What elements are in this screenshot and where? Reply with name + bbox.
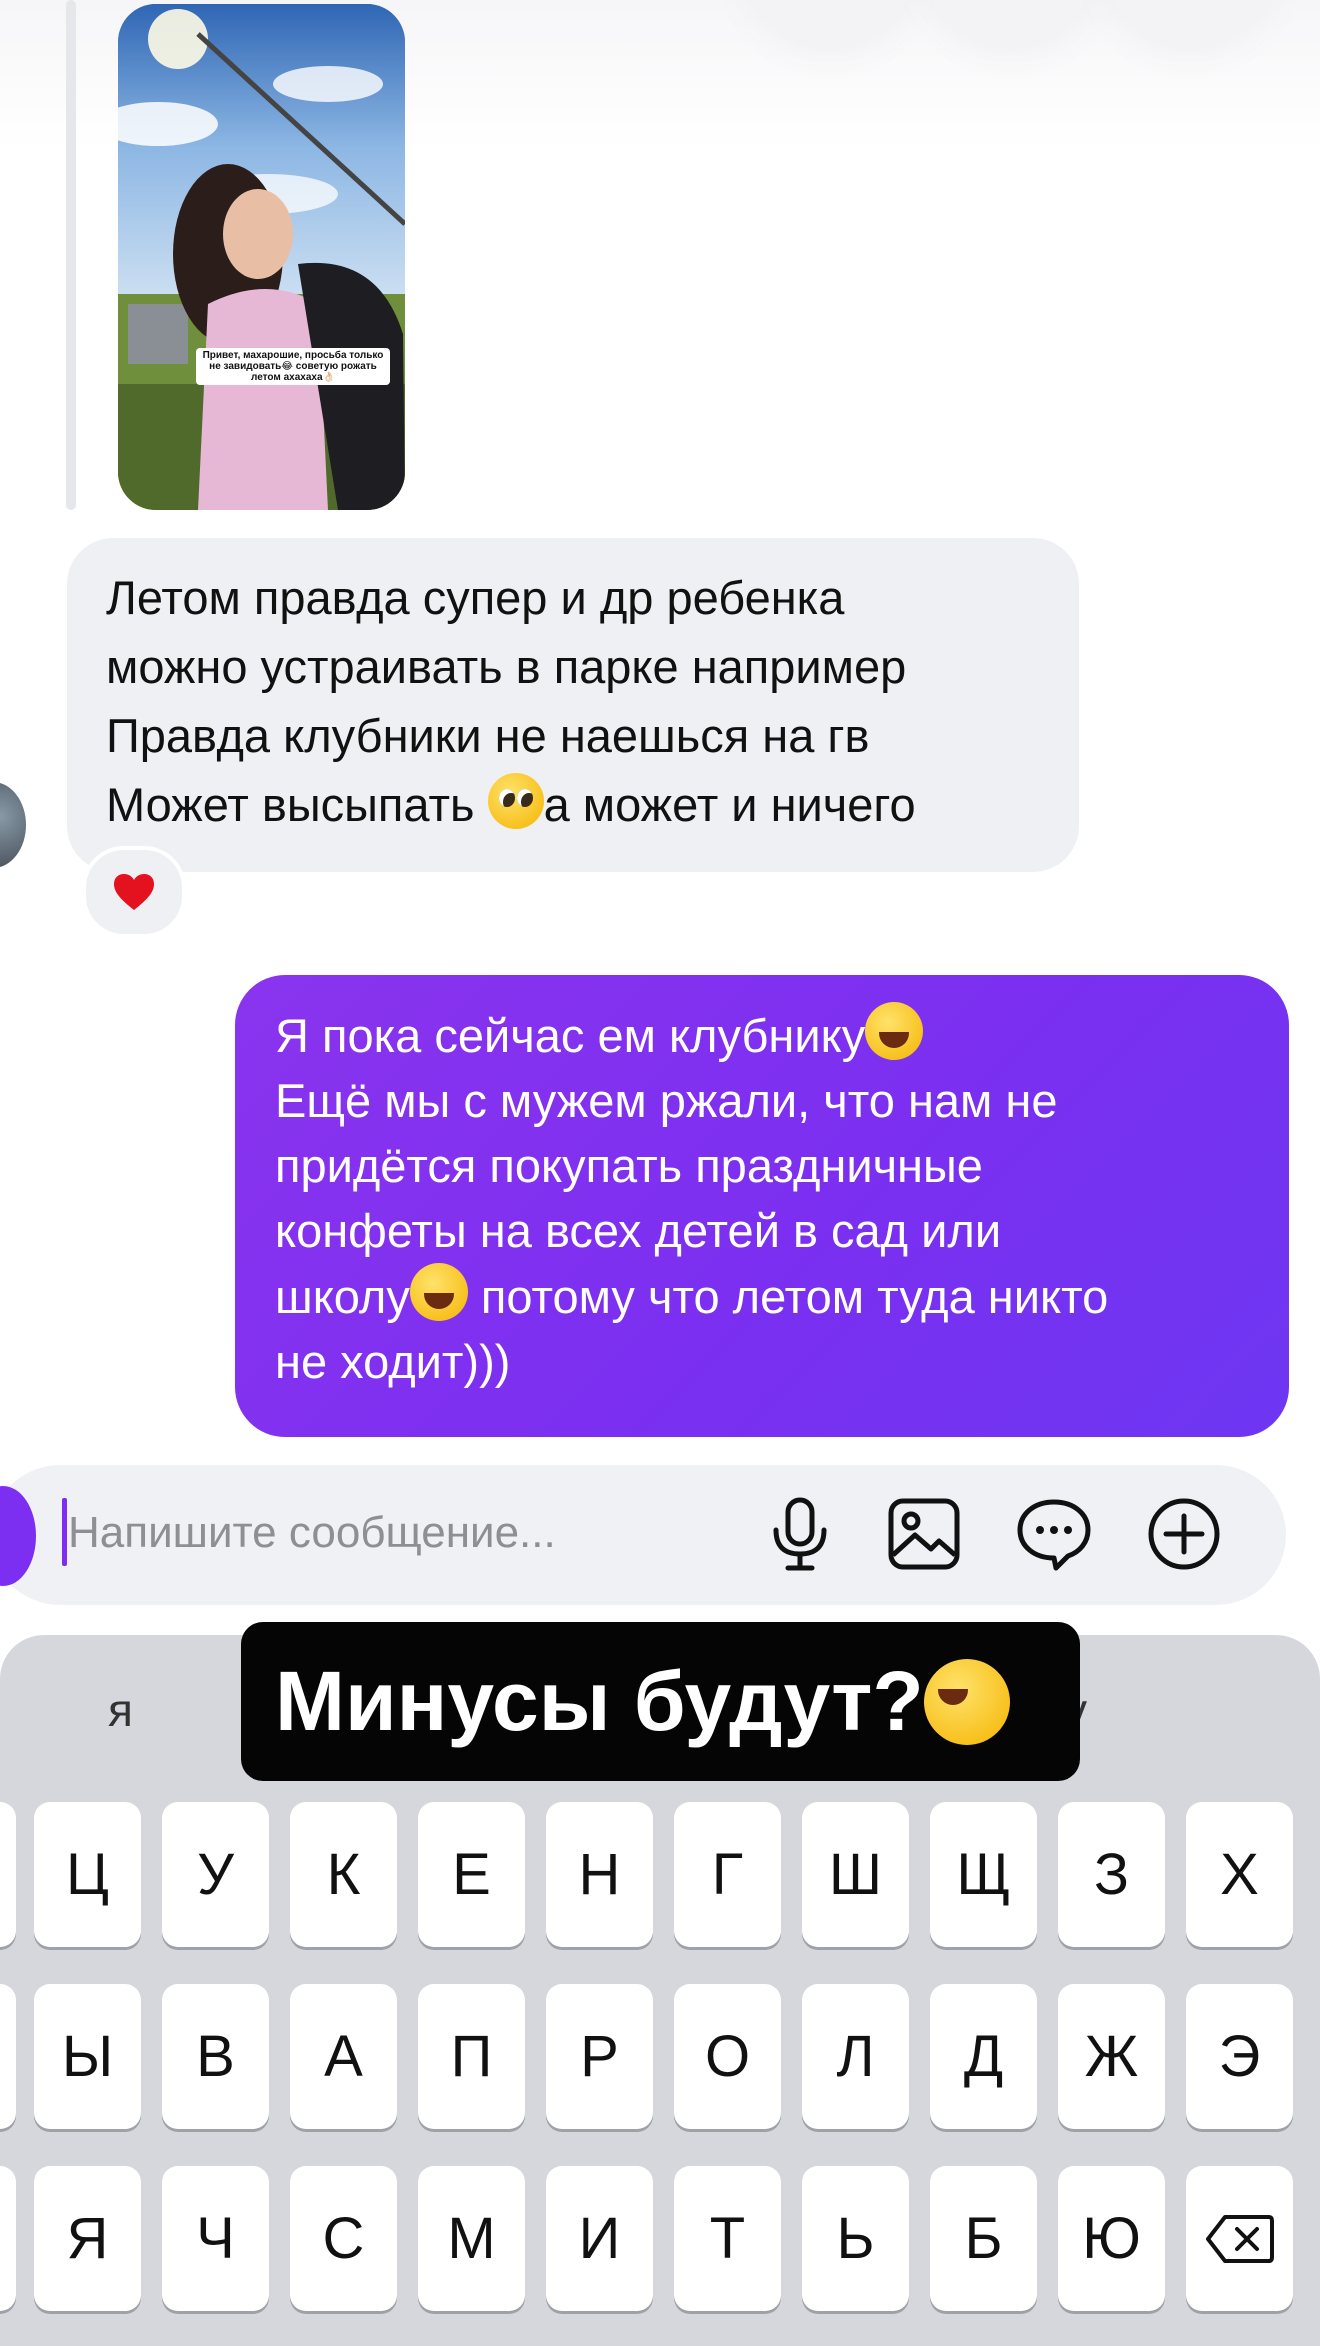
key[interactable]: Г: [674, 1802, 781, 1947]
key[interactable]: Ш: [802, 1802, 909, 1947]
key[interactable]: С: [290, 2166, 397, 2311]
key[interactable]: Ы: [34, 1984, 141, 2129]
key[interactable]: Ч: [162, 2166, 269, 2311]
key[interactable]: З: [1058, 1802, 1165, 1947]
key[interactable]: У: [162, 1802, 269, 1947]
overlay-text: Минусы будут?: [275, 1654, 924, 1748]
key[interactable]: Б: [930, 2166, 1037, 2311]
key[interactable]: К: [290, 1802, 397, 1947]
key[interactable]: О: [674, 1984, 781, 2129]
rofl-emoji: [923, 1658, 1010, 1745]
text-cursor: [62, 1498, 67, 1566]
key-partial[interactable]: [0, 1802, 16, 1947]
key[interactable]: Х: [1186, 1802, 1293, 1947]
key[interactable]: Т: [674, 2166, 781, 2311]
key[interactable]: Э: [1186, 1984, 1293, 2129]
key[interactable]: В: [162, 1984, 269, 2129]
key[interactable]: Н: [546, 1802, 653, 1947]
key[interactable]: Ц: [34, 1802, 141, 1947]
story-reply-thumbnail[interactable]: [118, 4, 405, 510]
key-partial[interactable]: [0, 2166, 16, 2311]
key[interactable]: П: [418, 1984, 525, 2129]
key[interactable]: Ю: [1058, 2166, 1165, 2311]
key[interactable]: Л: [802, 1984, 909, 2129]
story-photo: [118, 4, 405, 510]
key[interactable]: Р: [546, 1984, 653, 2129]
pleading-face-emoji: [487, 773, 544, 829]
text-overlay-caption: Минусы будут?: [241, 1622, 1080, 1781]
backspace-icon: [1205, 2214, 1274, 2263]
received-message-text: Летом правда супер и др ребенка можно ус…: [106, 571, 916, 831]
image-icon[interactable]: [882, 1492, 966, 1576]
key[interactable]: Ь: [802, 2166, 909, 2311]
microphone-icon[interactable]: [758, 1492, 842, 1576]
reply-indicator-line: [66, 0, 76, 510]
key[interactable]: А: [290, 1984, 397, 2129]
sent-message-text: Я пока сейчас ем клубнику Ещё мы с мужем…: [275, 1002, 1275, 1394]
key-partial[interactable]: [0, 1984, 16, 2129]
key[interactable]: М: [418, 2166, 525, 2311]
key[interactable]: Д: [930, 1984, 1037, 2129]
key[interactable]: И: [546, 2166, 653, 2311]
key[interactable]: Е: [418, 1802, 525, 1947]
heart-reaction[interactable]: [82, 846, 186, 938]
key[interactable]: Я: [34, 2166, 141, 2311]
delete-key[interactable]: [1186, 2166, 1293, 2311]
heart-icon: [114, 874, 154, 910]
suggestion-left[interactable]: я: [108, 1683, 133, 1737]
sender-avatar[interactable]: [0, 782, 26, 868]
message-input[interactable]: Напишите сообщение...: [68, 1508, 556, 1558]
plus-icon[interactable]: [1142, 1492, 1226, 1576]
story-caption: Привет, махарошие, просьба только не зав…: [196, 348, 390, 385]
tears-of-joy-emoji: [865, 1002, 924, 1060]
sticker-icon[interactable]: [1012, 1492, 1096, 1576]
rofl-emoji: [409, 1263, 468, 1321]
key[interactable]: Ж: [1058, 1984, 1165, 2129]
key[interactable]: Щ: [930, 1802, 1037, 1947]
